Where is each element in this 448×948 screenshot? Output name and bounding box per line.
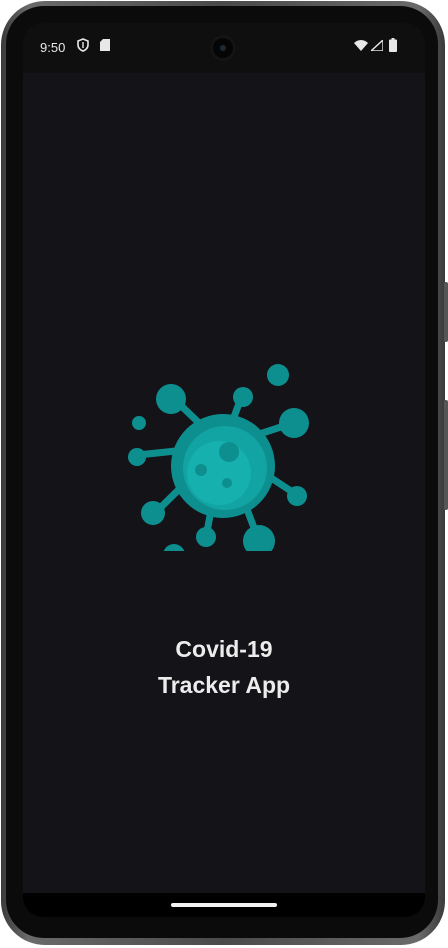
app-title-line2: Tracker App	[157, 672, 291, 698]
volume-button	[444, 400, 448, 510]
status-bar: 9:50	[23, 23, 425, 73]
wifi-icon	[354, 40, 368, 51]
home-gesture-handle[interactable]	[171, 903, 277, 907]
app-title-line1: Covid-19	[175, 636, 273, 662]
app-screen: 9:50 Covid-19 Tracker App	[23, 23, 425, 917]
navigation-bar	[23, 893, 425, 917]
phone-device: 9:50 Covid-19 Tracker App	[0, 0, 448, 948]
power-button	[444, 282, 448, 342]
status-time: 9:50	[40, 40, 66, 55]
sd-card-icon	[100, 39, 110, 51]
virus-icon	[128, 364, 309, 551]
battery-icon	[389, 38, 397, 52]
signal-icon	[371, 40, 383, 51]
app-title: Covid-19 Tracker App	[23, 631, 425, 703]
front-camera	[210, 35, 236, 61]
shield-icon	[77, 38, 89, 52]
